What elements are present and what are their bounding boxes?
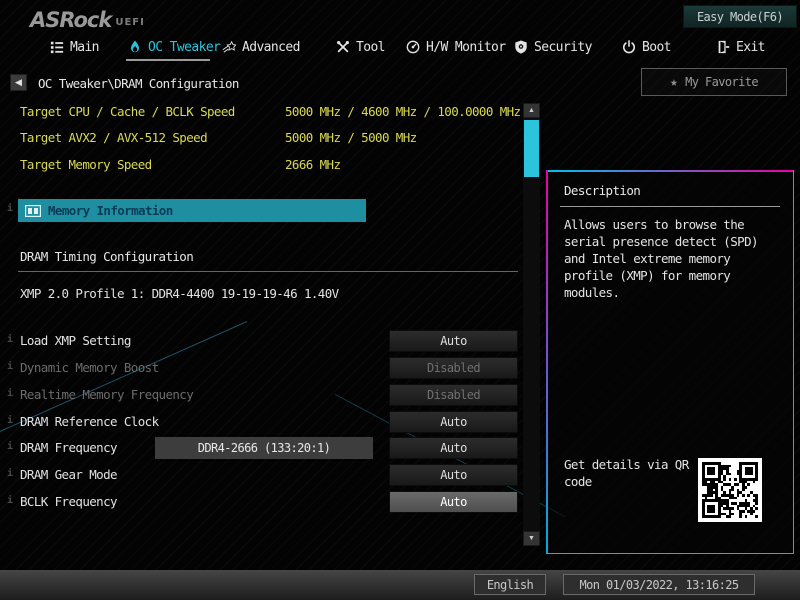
info-row-value: 2666 MHz — [285, 157, 341, 172]
setting-row-dynamic-memory-boost: i Dynamic Memory Boost Disabled — [0, 357, 520, 379]
memory-information-item[interactable]: Memory Information — [18, 199, 366, 222]
info-marker-icon: i — [7, 495, 13, 506]
language-button[interactable]: English — [474, 574, 546, 595]
breadcrumb: OC Tweaker\DRAM Configuration — [38, 76, 239, 91]
shooting-star-icon — [222, 40, 236, 53]
info-marker-icon: i — [7, 361, 13, 372]
setting-value-button[interactable]: Auto — [389, 411, 518, 433]
setting-label: Dynamic Memory Boost — [20, 360, 159, 375]
active-tab-underline — [126, 59, 210, 61]
tab-label: Security — [534, 39, 592, 55]
setting-label: Realtime Memory Frequency — [20, 387, 194, 402]
info-marker-icon: i — [7, 468, 13, 479]
info-row-label: Target CPU / Cache / BCLK Speed — [20, 104, 235, 119]
flame-icon — [131, 40, 139, 53]
tab-oc-tweaker[interactable]: OC Tweaker — [128, 36, 221, 58]
scroll-down-button[interactable]: ▼ — [523, 531, 540, 546]
info-marker-icon: i — [7, 388, 13, 399]
panel-gradient-border — [546, 170, 793, 172]
my-favorite-button[interactable]: ★ My Favorite — [641, 68, 787, 96]
gauge-icon — [406, 40, 420, 54]
setting-label: BCLK Frequency — [20, 494, 118, 509]
info-marker-icon: i — [7, 203, 13, 214]
qr-label: Get details via QR code — [564, 457, 689, 489]
tab-tool[interactable]: Tool — [336, 36, 386, 58]
setting-value-button[interactable]: Auto — [389, 330, 518, 352]
info-row-value: 5000 MHz / 4600 MHz / 100.0000 MHz — [285, 104, 521, 119]
section-title: DRAM Timing Configuration — [20, 249, 194, 264]
description-body: Allows users to browse the serial presen… — [564, 217, 759, 300]
logo-uefi-text: UEFI — [115, 17, 145, 28]
description-panel: Description Allows users to browse the s… — [546, 170, 794, 554]
tab-advanced[interactable]: Advanced — [222, 36, 300, 58]
setting-row-dram-reference-clock: i DRAM Reference Clock Auto — [0, 411, 520, 433]
datetime-display: Mon 01/03/2022, 13:16:25 — [563, 574, 755, 595]
setting-label: Load XMP Setting — [20, 333, 131, 348]
tab-label: OC Tweaker — [148, 39, 221, 55]
description-divider — [560, 206, 780, 207]
info-marker-icon: i — [7, 415, 13, 426]
setting-value-button[interactable]: Auto — [389, 491, 518, 513]
tab-main[interactable]: Main — [50, 36, 100, 58]
description-title: Description — [564, 183, 641, 198]
setting-value-button: Disabled — [389, 357, 518, 379]
tab-label: Exit — [736, 39, 766, 55]
setting-row-bclk-frequency: i BCLK Frequency Auto — [0, 491, 520, 513]
setting-value-button[interactable]: Auto — [389, 437, 518, 459]
qr-code — [698, 458, 762, 522]
memory-information-label: Memory Information — [48, 203, 173, 218]
scroll-up-button[interactable]: ▲ — [523, 103, 540, 118]
info-marker-icon: i — [7, 334, 13, 345]
info-row-label: Target AVX2 / AVX-512 Speed — [20, 130, 208, 145]
scrollbar[interactable]: ▲ ▼ — [523, 103, 540, 546]
list-icon — [50, 41, 64, 54]
panel-gradient-border — [546, 170, 548, 553]
scrollbar-thumb[interactable] — [524, 120, 539, 177]
star-icon: ★ — [669, 74, 678, 90]
logo-text: ASRock — [30, 8, 112, 32]
my-favorite-label: My Favorite — [685, 75, 759, 89]
setting-value-button: Disabled — [389, 384, 518, 406]
tab-label: Main — [70, 39, 100, 55]
dimm-icon — [25, 204, 41, 217]
info-row-value: 5000 MHz / 5000 MHz — [285, 130, 417, 145]
setting-row-load-xmp: i Load XMP Setting Auto — [0, 330, 520, 352]
info-marker-icon: i — [7, 441, 13, 452]
setting-label: DRAM Reference Clock — [20, 414, 159, 429]
setting-value-button[interactable]: Auto — [389, 464, 518, 486]
uefi-screen: ASRock UEFI Easy Mode(F6) Main OC Tweaker… — [0, 0, 800, 600]
tab-label: Boot — [642, 39, 672, 55]
setting-row-dram-frequency: i DRAM Frequency DDR4-2666 (133:20:1) Au… — [0, 437, 520, 459]
easy-mode-button[interactable]: Easy Mode(F6) — [683, 5, 797, 28]
asrock-logo: ASRock UEFI — [30, 8, 145, 32]
setting-row-dram-gear-mode: i DRAM Gear Mode Auto — [0, 464, 520, 486]
tab-exit[interactable]: Exit — [716, 36, 766, 58]
tab-label: Tool — [356, 39, 386, 55]
tab-security[interactable]: Security — [514, 36, 592, 58]
tab-label: Advanced — [242, 39, 300, 55]
tab-hw-monitor[interactable]: H/W Monitor — [406, 36, 506, 58]
dram-frequency-readout: DDR4-2666 (133:20:1) — [155, 437, 373, 459]
xmp-profile-text: XMP 2.0 Profile 1: DDR4-4400 19-19-19-46… — [20, 286, 339, 301]
tab-label: H/W Monitor — [426, 39, 506, 55]
shield-icon — [515, 40, 527, 54]
power-icon — [623, 40, 635, 54]
section-divider — [18, 271, 518, 272]
setting-label: DRAM Gear Mode — [20, 467, 118, 482]
tab-boot[interactable]: Boot — [622, 36, 672, 58]
exit-door-icon — [718, 40, 730, 54]
footer-bar: English Mon 01/03/2022, 13:16:25 — [0, 570, 800, 600]
wrench-icon — [337, 41, 349, 53]
back-button[interactable]: ◀ — [10, 74, 27, 91]
info-row-label: Target Memory Speed — [20, 157, 152, 172]
setting-row-realtime-memory-frequency: i Realtime Memory Frequency Disabled — [0, 384, 520, 406]
setting-label: DRAM Frequency — [20, 440, 118, 455]
